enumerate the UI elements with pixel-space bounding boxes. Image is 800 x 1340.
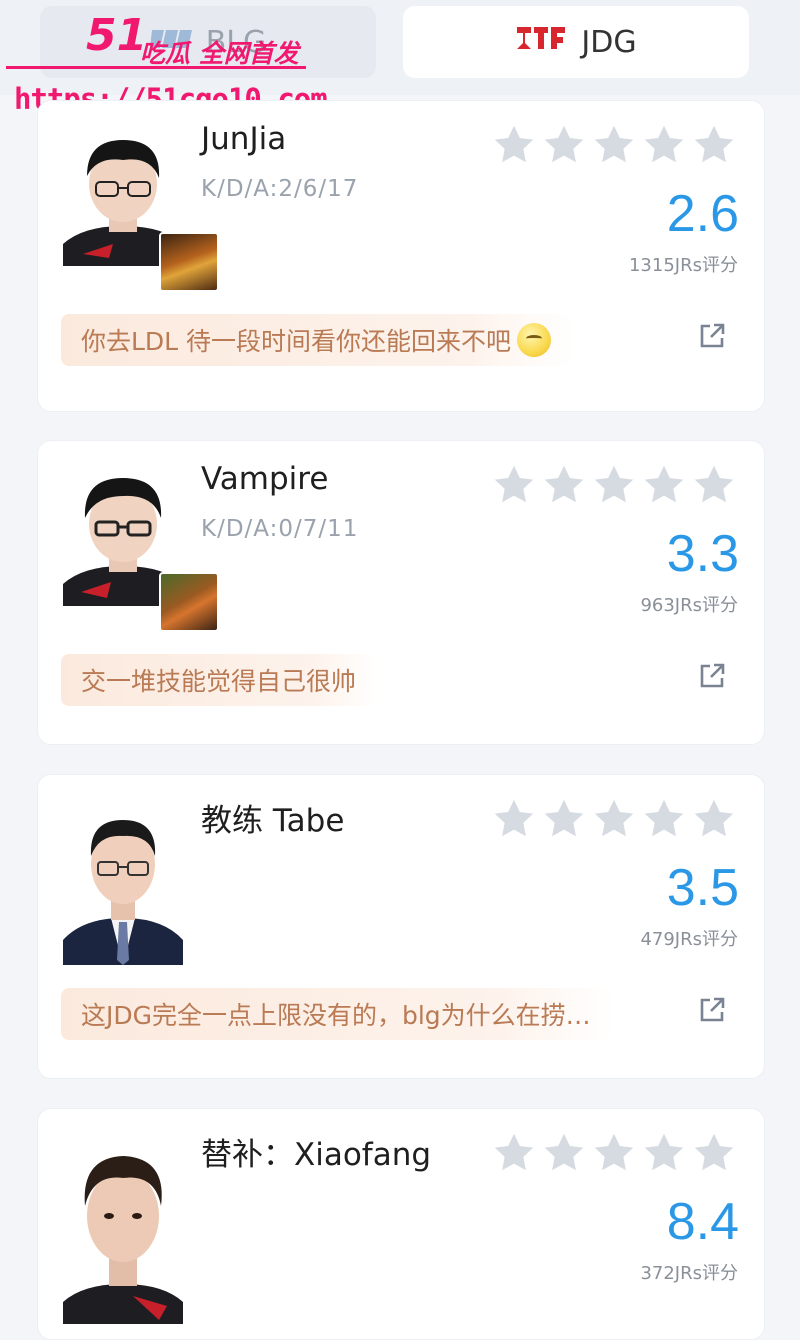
player-avatar (63, 466, 219, 632)
rating-count: 963JRs评分 (640, 595, 738, 616)
player-avatar (63, 800, 183, 965)
star-icon[interactable] (592, 1131, 636, 1175)
tab-jdg[interactable]: JDG (403, 6, 749, 78)
tab-jdg-label: JDG (581, 24, 637, 60)
rating-stars[interactable] (492, 463, 736, 507)
star-icon[interactable] (642, 463, 686, 507)
player-score: 2.6 (666, 185, 739, 243)
star-icon[interactable] (492, 463, 536, 507)
smiley-emoji-icon (517, 323, 552, 357)
player-name: JunJia (201, 121, 287, 157)
star-icon[interactable] (642, 1131, 686, 1175)
top-comment[interactable]: 这JDG完全一点上限没有的，blg为什么在捞… (61, 988, 613, 1040)
player-card[interactable]: 替补：Xiaofang 8.4 372JRs评分 (37, 1108, 765, 1340)
champion-icon (159, 572, 219, 632)
team-tab-bar: BLG JDG (0, 0, 800, 95)
player-name: 替补：Xiaofang (201, 1137, 432, 1173)
share-icon[interactable] (697, 661, 727, 691)
star-icon[interactable] (692, 797, 736, 841)
rating-count: 372JRs评分 (640, 1263, 738, 1284)
star-icon[interactable] (492, 123, 536, 167)
share-icon[interactable] (697, 321, 727, 351)
player-score: 8.4 (666, 1193, 739, 1251)
star-icon[interactable] (642, 797, 686, 841)
star-icon[interactable] (542, 463, 586, 507)
player-card[interactable]: Vampire K/D/A:0/7/11 3.3 963JRs评分 交一堆技能觉… (37, 440, 765, 745)
star-icon[interactable] (692, 1131, 736, 1175)
top-comment[interactable]: 你去LDL 待一段时间看你还能回来不吧 (61, 314, 574, 366)
rating-stars[interactable] (492, 797, 736, 841)
share-icon[interactable] (697, 995, 727, 1025)
champion-icon (159, 232, 219, 292)
star-icon[interactable] (542, 1131, 586, 1175)
player-score: 3.5 (666, 859, 739, 917)
player-card[interactable]: 教练 Tabe 3.5 479JRs评分 这JDG完全一点上限没有的，blg为什… (37, 774, 765, 1079)
player-kda: K/D/A:2/6/17 (201, 176, 359, 202)
player-name: Vampire (201, 461, 329, 497)
star-icon[interactable] (642, 123, 686, 167)
blg-logo-icon (149, 25, 192, 60)
star-icon[interactable] (542, 123, 586, 167)
player-avatar (63, 126, 219, 292)
top-comment[interactable]: 交一堆技能觉得自己很帅 (61, 654, 379, 706)
star-icon[interactable] (692, 123, 736, 167)
player-card[interactable]: JunJia K/D/A:2/6/17 2.6 1315JRs评分 你去LDL … (37, 100, 765, 412)
tab-blg-label: BLG (205, 24, 267, 60)
player-avatar (63, 1134, 183, 1324)
star-icon[interactable] (592, 797, 636, 841)
star-icon[interactable] (592, 463, 636, 507)
rating-count: 479JRs评分 (640, 929, 738, 950)
star-icon[interactable] (542, 797, 586, 841)
star-icon[interactable] (492, 797, 536, 841)
player-score: 3.3 (666, 525, 739, 583)
rating-count: 1315JRs评分 (628, 255, 738, 276)
star-icon[interactable] (692, 463, 736, 507)
tab-blg[interactable]: BLG (40, 6, 376, 78)
player-name: 教练 Tabe (201, 803, 345, 839)
rating-stars[interactable] (492, 1131, 736, 1175)
player-kda: K/D/A:0/7/11 (201, 516, 359, 542)
jdg-logo-icon (515, 23, 567, 61)
star-icon[interactable] (492, 1131, 536, 1175)
rating-stars[interactable] (492, 123, 736, 167)
star-icon[interactable] (592, 123, 636, 167)
top-comment-text: 交一堆技能觉得自己很帅 (81, 667, 357, 696)
top-comment-text: 这JDG完全一点上限没有的，blg为什么在捞… (81, 1001, 591, 1030)
top-comment-text: 你去LDL 待一段时间看你还能回来不吧 (81, 327, 512, 356)
